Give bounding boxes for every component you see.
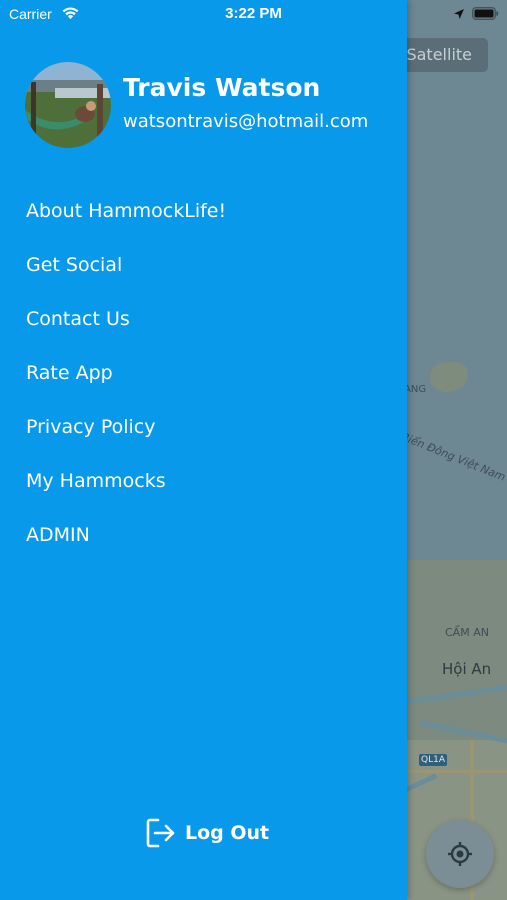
locate-me-button[interactable]: [426, 820, 494, 888]
battery-icon: [472, 7, 499, 20]
avatar-photo: [25, 62, 111, 148]
avatar[interactable]: [25, 62, 111, 148]
drawer-menu: About HammockLife! Get Social Contact Us…: [0, 184, 407, 562]
status-bar: Carrier 3:22 PM: [0, 0, 507, 28]
map-label-sea: Biển Đông Việt Nam: [399, 430, 507, 484]
menu-item-about[interactable]: About HammockLife!: [0, 184, 407, 238]
screen: ANG Biển Đông Việt Nam CẨM AN Hội An QL1…: [0, 0, 507, 900]
map-peninsula: [430, 362, 468, 392]
user-email: watsontravis@hotmail.com: [123, 111, 369, 132]
navigation-drawer: Travis Watson watsontravis@hotmail.com A…: [0, 0, 407, 900]
map-label: ANG: [404, 384, 427, 395]
map-label-cam-an: CẨM AN: [445, 626, 489, 639]
clock: 3:22 PM: [225, 5, 282, 22]
logout-button[interactable]: Log Out: [145, 815, 269, 851]
menu-item-admin[interactable]: ADMIN: [0, 508, 407, 562]
menu-item-privacy-policy[interactable]: Privacy Policy: [0, 400, 407, 454]
menu-item-get-social[interactable]: Get Social: [0, 238, 407, 292]
logout-label: Log Out: [185, 822, 270, 844]
map-road-badge: QL1A: [419, 754, 447, 766]
map-label-hoi-an: Hội An: [442, 660, 492, 678]
user-name: Travis Watson: [123, 73, 321, 102]
location-arrow-icon: [454, 9, 464, 19]
menu-item-rate-app[interactable]: Rate App: [0, 346, 407, 400]
locate-icon: [448, 842, 472, 866]
menu-item-contact-us[interactable]: Contact Us: [0, 292, 407, 346]
map-road: [400, 770, 507, 773]
menu-item-my-hammocks[interactable]: My Hammocks: [0, 454, 407, 508]
logout-icon: [146, 818, 175, 848]
